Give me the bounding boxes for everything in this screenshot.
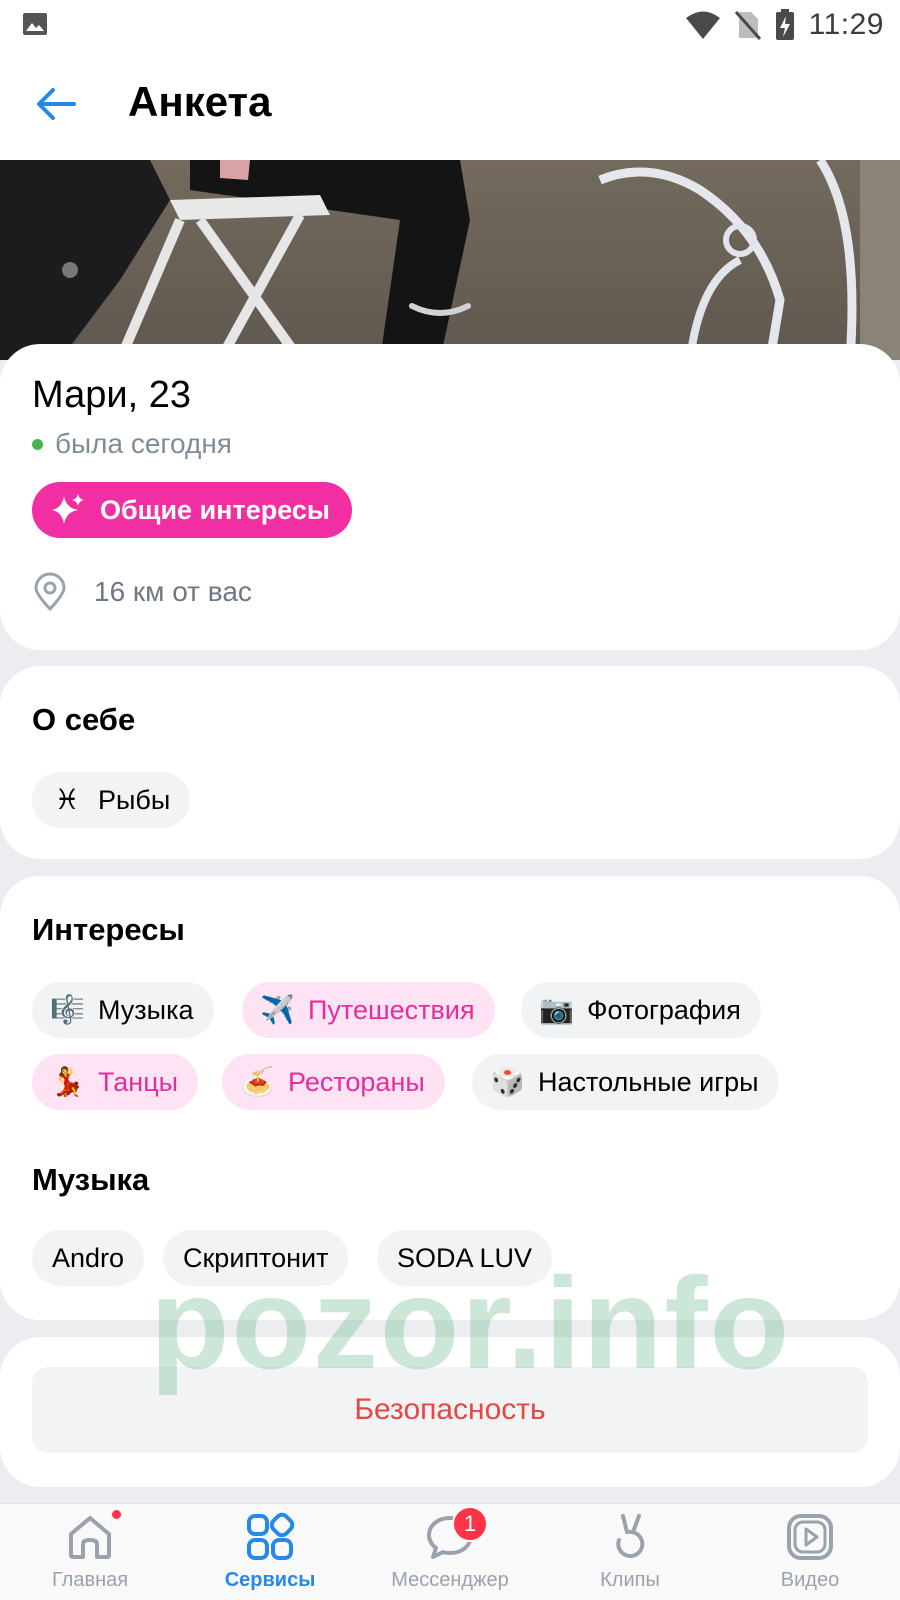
tab-label: Клипы bbox=[600, 1569, 660, 1591]
interest-label: Танцы bbox=[98, 1066, 179, 1097]
safety-card: Безопасность bbox=[0, 1337, 900, 1487]
artist-chip: SODA LUV bbox=[377, 1230, 553, 1286]
about-title: О себе bbox=[32, 702, 136, 737]
wifi-icon bbox=[685, 11, 720, 39]
dice-icon: 🎲 bbox=[490, 1066, 525, 1097]
profile-card: Мари, 23 была сегодня Общие интересы 16 … bbox=[0, 344, 900, 650]
no-sim-icon bbox=[734, 11, 761, 40]
distance-text: 16 км от вас bbox=[94, 576, 252, 607]
online-status: была сегодня bbox=[32, 428, 232, 460]
about-card: О себе ♓ Рыбы bbox=[0, 666, 900, 859]
tab-label: Мессенджер bbox=[391, 1569, 509, 1591]
back-button[interactable] bbox=[28, 76, 84, 132]
clock: 11:29 bbox=[808, 8, 884, 41]
zodiac-chip: ♓ Рыбы bbox=[32, 772, 191, 828]
airplane-icon: ✈️ bbox=[260, 994, 295, 1025]
spaghetti-icon: 🍝 bbox=[240, 1066, 275, 1097]
interest-label: Рестораны bbox=[288, 1066, 425, 1097]
image-notification-icon bbox=[23, 13, 47, 35]
tab-messenger[interactable]: 1 Мессенджер bbox=[360, 1504, 540, 1600]
location-pin-icon bbox=[34, 572, 66, 612]
profile-name-age: Мари, 23 bbox=[32, 374, 191, 416]
interests-title: Интересы bbox=[32, 912, 185, 947]
home-icon bbox=[62, 1509, 118, 1565]
tab-label: Главная bbox=[51, 1569, 129, 1591]
tab-label: Сервисы bbox=[224, 1569, 316, 1591]
interest-chip-music: 🎼 Музыка bbox=[32, 982, 214, 1038]
interest-chip-dance: 💃 Танцы bbox=[32, 1054, 199, 1110]
common-interests-button[interactable]: Общие интересы bbox=[32, 482, 352, 538]
tab-services[interactable]: Сервисы bbox=[180, 1504, 360, 1600]
interest-chip-travel: ✈️ Путешествия bbox=[242, 982, 495, 1038]
app-header: Анкета bbox=[0, 50, 900, 160]
artist-chip: Andro bbox=[32, 1230, 145, 1286]
video-icon bbox=[782, 1509, 838, 1565]
tab-home[interactable]: Главная bbox=[0, 1504, 180, 1600]
dancer-icon: 💃 bbox=[50, 1066, 85, 1097]
clips-icon bbox=[602, 1509, 658, 1565]
notification-dot bbox=[110, 1508, 123, 1521]
interest-chip-boardgames: 🎲 Настольные игры bbox=[472, 1054, 779, 1110]
music-note-icon: 🎼 bbox=[50, 994, 85, 1025]
artist-chip: Скриптонит bbox=[163, 1230, 349, 1286]
location-row: 16 км от вас bbox=[32, 572, 252, 612]
sparkles-icon bbox=[52, 494, 84, 524]
online-dot bbox=[32, 438, 43, 450]
services-icon bbox=[242, 1509, 298, 1565]
interest-chip-restaurants: 🍝 Рестораны bbox=[222, 1054, 445, 1110]
interest-label: Фотография bbox=[587, 994, 741, 1025]
safety-button[interactable]: Безопасность bbox=[32, 1367, 868, 1453]
tab-video[interactable]: Видео bbox=[720, 1504, 900, 1600]
zodiac-label: Рыбы bbox=[98, 784, 171, 815]
common-interests-label: Общие интересы bbox=[100, 494, 330, 525]
tab-label: Видео bbox=[780, 1569, 840, 1591]
bottom-tab-bar: Главная Сервисы 1 Мессенджер Клипы Видео bbox=[0, 1503, 900, 1600]
profile-photo[interactable] bbox=[0, 160, 900, 360]
battery-charging-icon bbox=[775, 9, 794, 40]
arrow-left-icon bbox=[37, 88, 76, 120]
pisces-icon: ♓ bbox=[54, 784, 80, 815]
tab-clips[interactable]: Клипы bbox=[540, 1504, 720, 1600]
interests-card: Интересы 🎼 Музыка ✈️ Путешествия 📷 Фотог… bbox=[0, 876, 900, 1320]
interest-chip-photo: 📷 Фотография bbox=[521, 982, 761, 1038]
unread-badge: 1 bbox=[452, 1506, 488, 1542]
last-seen-text: была сегодня bbox=[55, 428, 232, 459]
camera-icon: 📷 bbox=[539, 994, 574, 1025]
interest-label: Настольные игры bbox=[538, 1066, 759, 1097]
page-title: Анкета bbox=[128, 78, 272, 125]
music-title: Музыка bbox=[32, 1162, 150, 1197]
status-bar: 11:29 bbox=[0, 0, 900, 50]
interest-label: Музыка bbox=[98, 994, 194, 1025]
interest-label: Путешествия bbox=[308, 994, 475, 1025]
